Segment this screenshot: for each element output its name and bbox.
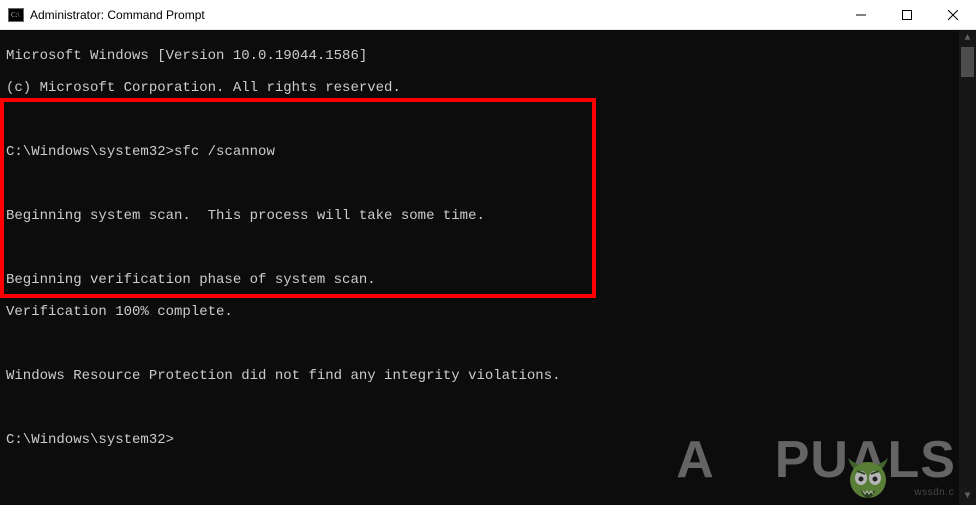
console-line <box>6 400 976 416</box>
scroll-thumb[interactable] <box>961 47 974 77</box>
prompt-path: C:\Windows\system32> <box>6 144 174 160</box>
close-button[interactable] <box>930 0 976 30</box>
devil-mascot-icon <box>715 430 775 490</box>
console-line: Windows Resource Protection did not find… <box>6 368 976 384</box>
console-line <box>6 336 976 352</box>
watermark-logo: A PUALS <box>676 430 956 490</box>
vertical-scrollbar[interactable]: ▲ ▼ <box>959 30 976 505</box>
console-line <box>6 176 976 192</box>
console-line <box>6 240 976 256</box>
watermark-text-prefix: A <box>676 452 715 468</box>
scroll-down-button[interactable]: ▼ <box>959 488 976 505</box>
console-line: Beginning system scan. This process will… <box>6 208 976 224</box>
titlebar[interactable]: C:\ Administrator: Command Prompt <box>0 0 976 30</box>
sub-watermark: wssdn.c <box>914 485 954 501</box>
svg-text:C:\: C:\ <box>11 11 20 19</box>
maximize-button[interactable] <box>884 0 930 30</box>
typed-command: sfc /scannow <box>174 144 275 160</box>
cmd-icon: C:\ <box>8 7 24 23</box>
console-line: C:\Windows\system32>sfc /scannow <box>6 144 976 160</box>
minimize-button[interactable] <box>838 0 884 30</box>
console-line <box>6 112 976 128</box>
scroll-up-button[interactable]: ▲ <box>959 30 976 47</box>
cmd-window: C:\ Administrator: Command Prompt Micros… <box>0 0 976 505</box>
window-title: Administrator: Command Prompt <box>30 8 205 22</box>
console-line: Microsoft Windows [Version 10.0.19044.15… <box>6 48 976 64</box>
console-line: Verification 100% complete. <box>6 304 976 320</box>
console-line: Beginning verification phase of system s… <box>6 272 976 288</box>
annotation-highlight-box <box>0 98 596 298</box>
console-area[interactable]: Microsoft Windows [Version 10.0.19044.15… <box>0 30 976 505</box>
console-line: (c) Microsoft Corporation. All rights re… <box>6 80 976 96</box>
